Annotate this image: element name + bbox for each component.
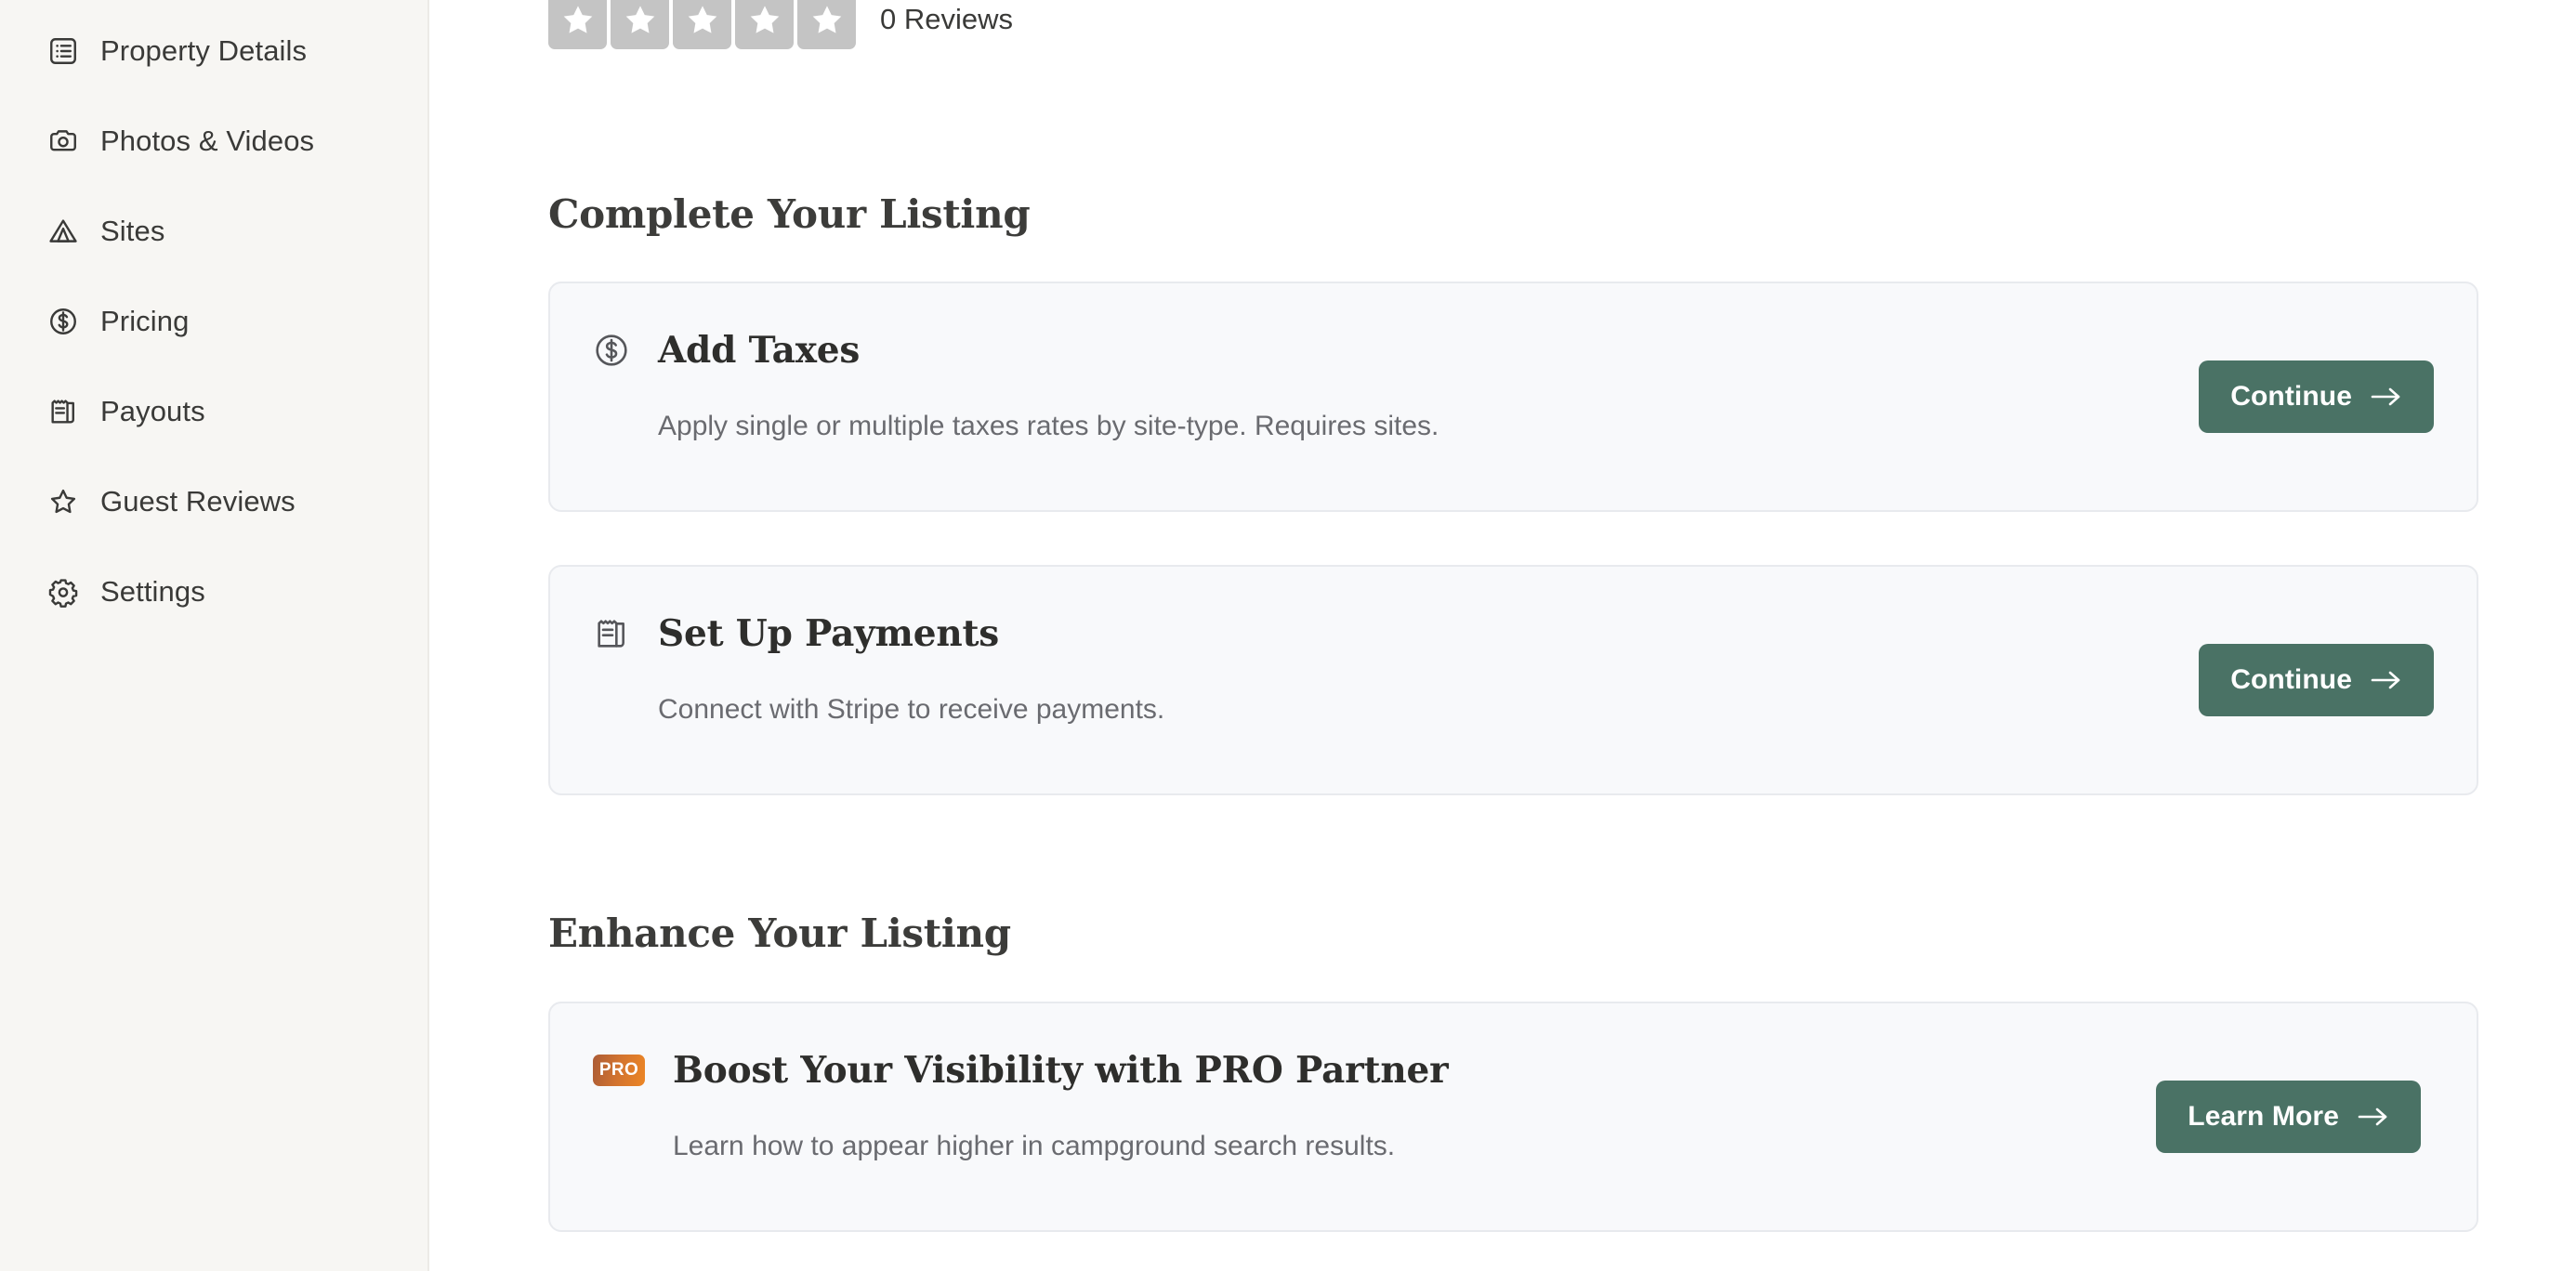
card-description: Apply single or multiple taxes rates by …	[658, 411, 1439, 441]
continue-button[interactable]: Continue	[2199, 360, 2434, 433]
card-add-taxes[interactable]: Add Taxes Apply single or multiple taxes…	[548, 282, 2478, 512]
learn-more-button-label: Learn More	[2188, 1101, 2339, 1132]
card-title: Add Taxes	[658, 328, 861, 372]
sidebar-item-label: Property Details	[100, 33, 308, 67]
star-icon[interactable]	[611, 0, 669, 49]
learn-more-button[interactable]: Learn More	[2156, 1081, 2421, 1153]
main-content: 0 Reviews Complete Your Listing Add Taxe…	[429, 0, 2576, 1271]
app-root: Property Details Photos & Videos Sites P…	[0, 0, 2576, 1271]
list-details-icon	[46, 34, 80, 68]
sidebar-item-label: Photos & Videos	[100, 124, 315, 157]
card-description: Connect with Stripe to receive payments.	[658, 694, 1165, 725]
continue-button-label: Continue	[2230, 664, 2352, 695]
card-title: Boost Your Visibility with PRO Partner	[673, 1048, 1449, 1092]
reviews-summary: 0 Reviews	[548, 0, 2478, 49]
star-icon[interactable]	[735, 0, 794, 49]
star-icon[interactable]	[673, 0, 731, 49]
tent-icon	[46, 215, 80, 248]
sidebar-item-sites[interactable]: Sites	[0, 186, 427, 276]
arrow-right-icon	[2371, 387, 2402, 407]
sidebar-item-property-details[interactable]: Property Details	[0, 6, 427, 96]
arrow-right-icon	[2371, 670, 2402, 690]
dollar-circle-icon	[46, 305, 80, 338]
star-icon[interactable]	[548, 0, 607, 49]
sidebar-item-label: Payouts	[100, 394, 205, 427]
sidebar-item-photos-videos[interactable]: Photos & Videos	[0, 96, 427, 186]
card-header: Set Up Payments	[593, 609, 2434, 659]
sidebar-nav: Property Details Photos & Videos Sites P…	[0, 0, 429, 1271]
sidebar-item-payouts[interactable]: Payouts	[0, 366, 427, 456]
card-title: Set Up Payments	[658, 611, 1000, 655]
enhance-listing-card-list: PRO Boost Your Visibility with PRO Partn…	[548, 1002, 2478, 1271]
receipt-icon	[46, 395, 80, 428]
continue-button-label: Continue	[2230, 381, 2352, 412]
star-rating[interactable]	[548, 0, 856, 49]
receipt-icon	[593, 615, 630, 652]
arrow-right-icon	[2358, 1107, 2389, 1127]
sidebar-item-label: Settings	[100, 574, 205, 608]
sidebar-item-pricing[interactable]: Pricing	[0, 276, 427, 366]
sidebar-item-label: Pricing	[100, 304, 190, 337]
section-title-complete-your-listing: Complete Your Listing	[548, 191, 1031, 237]
pro-badge: PRO	[593, 1055, 645, 1086]
sidebar-item-guest-reviews[interactable]: Guest Reviews	[0, 456, 427, 546]
sidebar-item-label: Sites	[100, 214, 165, 247]
card-set-up-payments[interactable]: Set Up Payments Connect with Stripe to r…	[548, 565, 2478, 795]
complete-listing-card-list: Add Taxes Apply single or multiple taxes…	[548, 282, 2478, 795]
dollar-circle-icon	[593, 332, 630, 369]
star-icon[interactable]	[797, 0, 856, 49]
card-boost-visibility-pro-partner[interactable]: PRO Boost Your Visibility with PRO Partn…	[548, 1002, 2478, 1232]
star-outline-icon	[46, 485, 80, 518]
card-header: Add Taxes	[593, 325, 2434, 375]
continue-button[interactable]: Continue	[2199, 644, 2434, 716]
reviews-count-label: 0 Reviews	[880, 3, 1013, 35]
camera-icon	[46, 124, 80, 158]
section-title-enhance-your-listing: Enhance Your Listing	[548, 911, 1011, 956]
sidebar-item-settings[interactable]: Settings	[0, 546, 427, 636]
sidebar-item-label: Guest Reviews	[100, 484, 296, 518]
gear-icon	[46, 575, 80, 609]
